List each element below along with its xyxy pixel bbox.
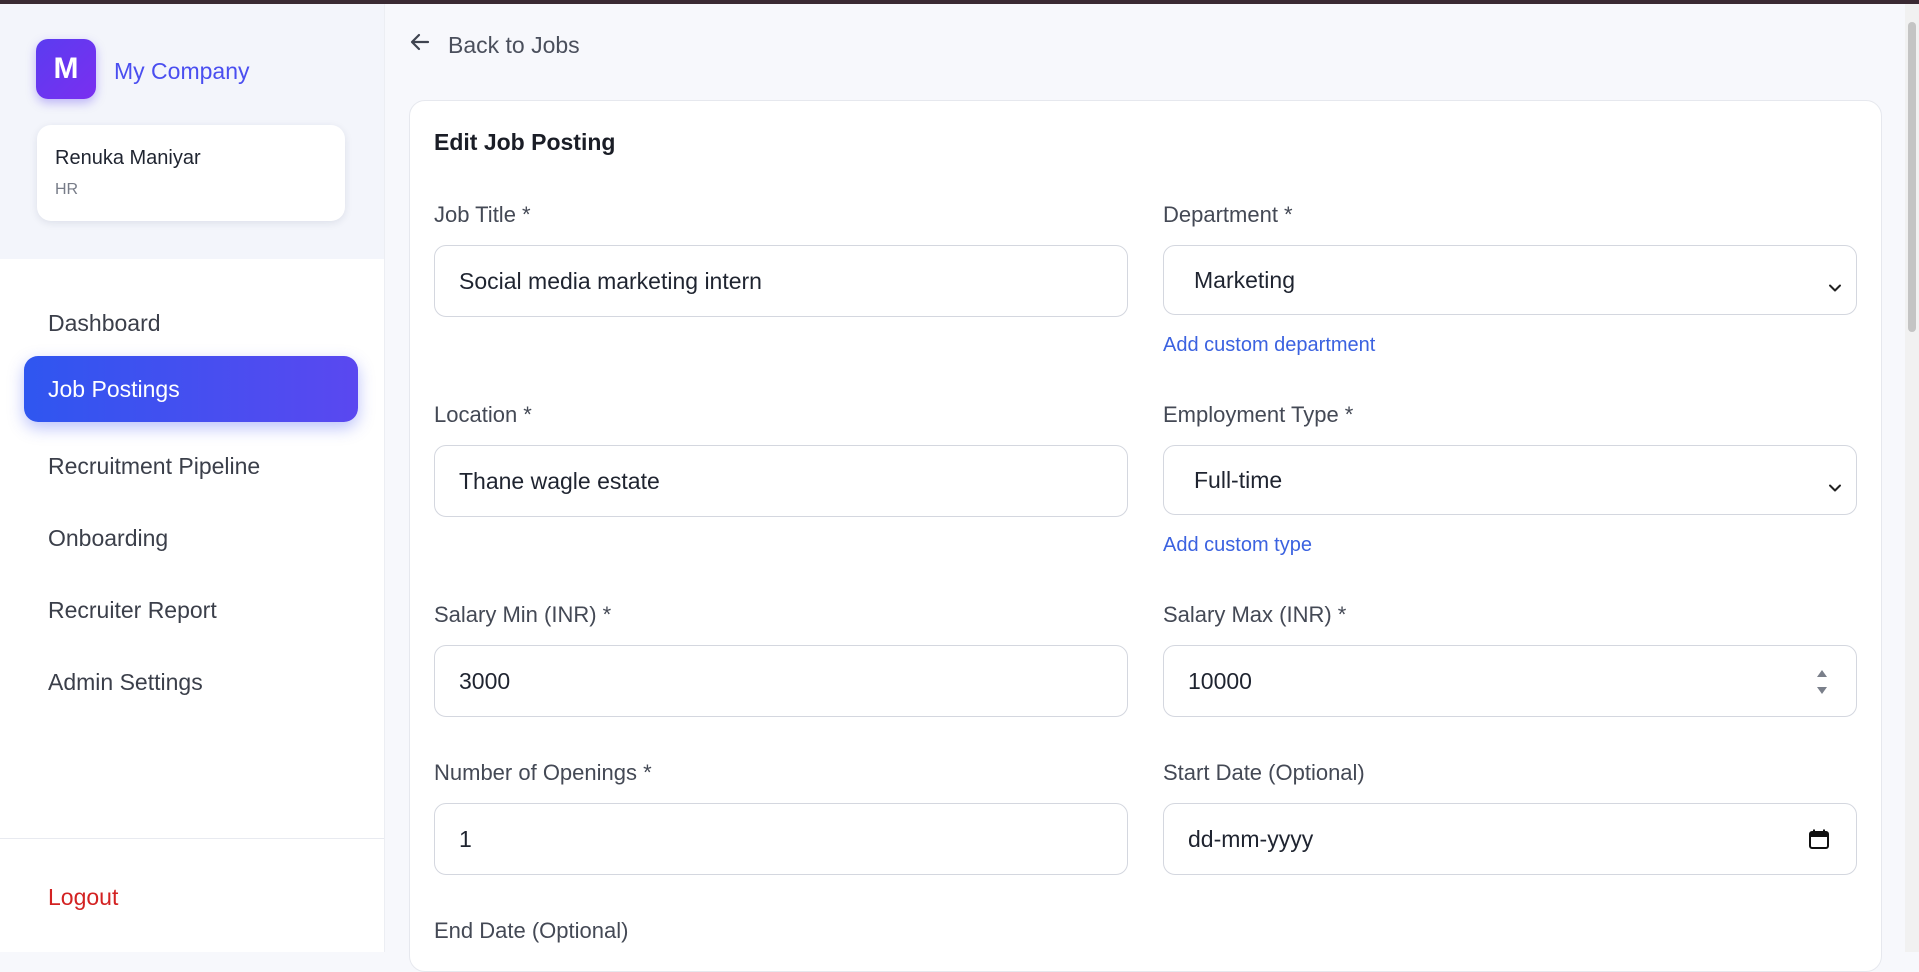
company-logo: M bbox=[36, 39, 96, 99]
job-title-value: Social media marketing intern bbox=[459, 267, 762, 294]
number-spinner-icon[interactable] bbox=[1816, 666, 1828, 704]
calendar-icon[interactable] bbox=[1808, 828, 1830, 856]
employment-type-select[interactable]: Full-time bbox=[1163, 445, 1857, 515]
salary-max-value: 10000 bbox=[1188, 667, 1252, 694]
openings-input[interactable]: 1 bbox=[434, 803, 1128, 875]
sidebar: M My Company Renuka Maniyar HR Dashboard… bbox=[0, 4, 385, 952]
job-title-label: Job Title * bbox=[434, 202, 531, 227]
department-label: Department * bbox=[1163, 202, 1293, 227]
salary-min-input[interactable]: 3000 bbox=[434, 645, 1128, 717]
salary-max-label: Salary Max (INR) * bbox=[1163, 602, 1347, 627]
form-title: Edit Job Posting bbox=[434, 129, 616, 155]
sidebar-item-recruiter-report[interactable]: Recruiter Report bbox=[24, 577, 358, 643]
scrollbar-thumb[interactable] bbox=[1908, 22, 1916, 332]
sidebar-divider bbox=[0, 838, 384, 839]
chevron-down-icon bbox=[1828, 474, 1842, 501]
sidebar-item-job-postings[interactable]: Job Postings bbox=[24, 356, 358, 422]
company-name[interactable]: My Company bbox=[114, 58, 249, 85]
back-to-jobs-label: Back to Jobs bbox=[448, 31, 580, 58]
employment-type-value: Full-time bbox=[1194, 466, 1283, 493]
sidebar-item-onboarding[interactable]: Onboarding bbox=[24, 505, 358, 571]
user-card[interactable]: Renuka Maniyar HR bbox=[37, 125, 345, 221]
sidebar-item-dashboard[interactable]: Dashboard bbox=[24, 290, 358, 356]
sidebar-item-admin-settings[interactable]: Admin Settings bbox=[24, 649, 358, 715]
department-value: Marketing bbox=[1194, 266, 1295, 293]
openings-label: Number of Openings * bbox=[434, 760, 652, 785]
job-title-input[interactable]: Social media marketing intern bbox=[434, 245, 1128, 317]
start-date-placeholder: dd-mm-yyyy bbox=[1188, 825, 1314, 852]
employment-type-label: Employment Type * bbox=[1163, 402, 1354, 427]
salary-min-value: 3000 bbox=[459, 667, 511, 694]
location-label: Location * bbox=[434, 402, 532, 427]
back-to-jobs-link[interactable]: Back to Jobs bbox=[408, 30, 580, 60]
location-value: Thane wagle estate bbox=[459, 467, 660, 494]
salary-max-input[interactable]: 10000 bbox=[1163, 645, 1857, 717]
end-date-label: End Date (Optional) bbox=[434, 918, 629, 943]
add-custom-type-link[interactable]: Add custom type bbox=[1163, 534, 1312, 557]
edit-job-form-card: Edit Job Posting Job Title * Social medi… bbox=[409, 100, 1882, 972]
user-role: HR bbox=[55, 181, 79, 198]
add-custom-department-link[interactable]: Add custom department bbox=[1163, 334, 1375, 357]
start-date-input[interactable]: dd-mm-yyyy bbox=[1163, 803, 1857, 875]
chevron-down-icon bbox=[1828, 274, 1842, 301]
sidebar-item-recruitment-pipeline[interactable]: Recruitment Pipeline bbox=[24, 433, 358, 499]
logout-button[interactable]: Logout bbox=[48, 884, 118, 911]
arrow-left-icon bbox=[408, 30, 448, 60]
salary-min-label: Salary Min (INR) * bbox=[434, 602, 612, 627]
openings-value: 1 bbox=[459, 825, 472, 852]
start-date-label: Start Date (Optional) bbox=[1163, 760, 1365, 785]
department-select[interactable]: Marketing bbox=[1163, 245, 1857, 315]
location-input[interactable]: Thane wagle estate bbox=[434, 445, 1128, 517]
sidebar-header: M My Company Renuka Maniyar HR bbox=[0, 4, 384, 259]
page-scrollbar[interactable] bbox=[1905, 4, 1919, 952]
user-name: Renuka Maniyar bbox=[55, 147, 201, 169]
